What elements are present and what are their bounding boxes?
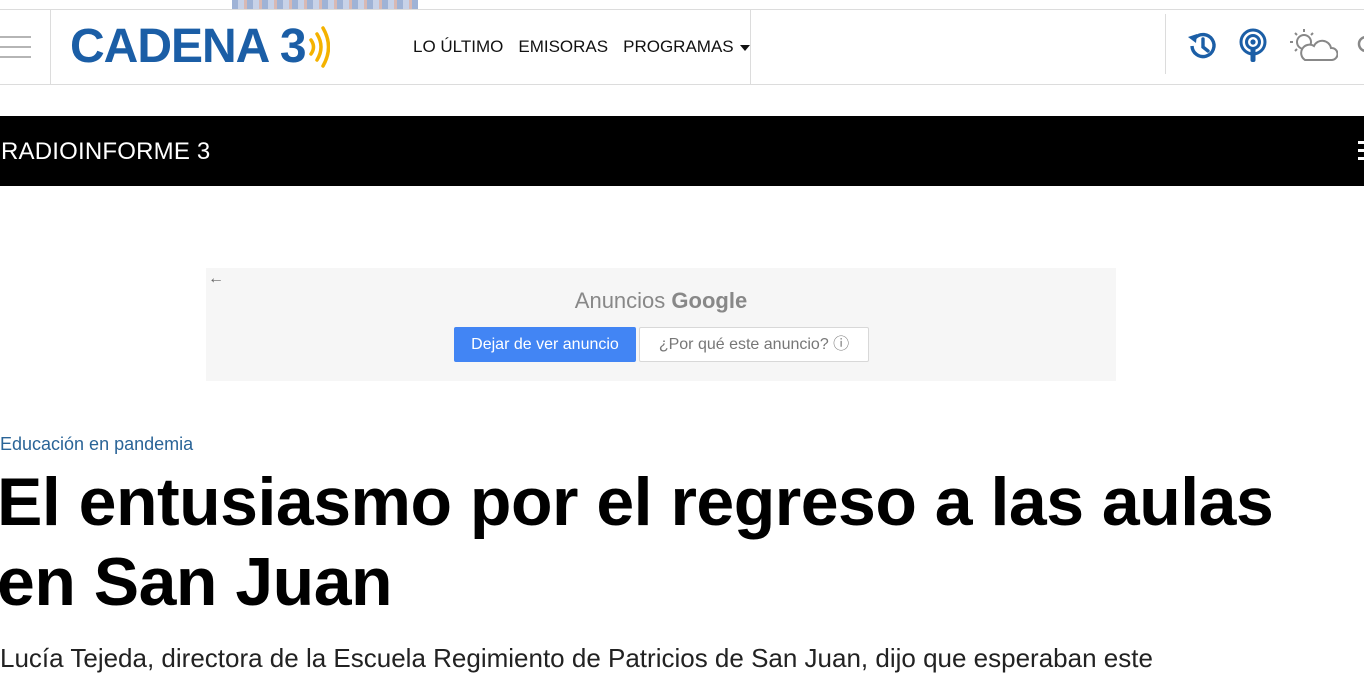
logo-text: CADENA 3 (70, 20, 307, 73)
site-logo[interactable]: CADENA 3 (70, 20, 330, 74)
back-arrow-icon[interactable]: ← (208, 270, 224, 288)
ad-label: Anuncios Google (206, 288, 1116, 314)
ad-container: ← Anuncios Google Dejar de ver anuncio ¿… (206, 268, 1116, 381)
article-category[interactable]: Educación en pandemia (0, 434, 193, 455)
podcast-icon[interactable] (1236, 28, 1270, 64)
article-headline: El entusiasmo por el regreso a las aulas… (0, 464, 1274, 620)
weather-icon[interactable] (1288, 26, 1338, 66)
top-image-fragment (232, 0, 418, 9)
stop-ad-button[interactable]: Dejar de ver anuncio (454, 327, 636, 362)
nav-divider (750, 10, 751, 84)
article-lead: Lucía Tejeda, directora de la Escuela Re… (0, 643, 1153, 673)
nav-divider (1165, 14, 1166, 74)
ad-label-brand: Google (671, 288, 748, 313)
ad-label-prefix: Anuncios (574, 288, 666, 313)
nav-programas-label: PROGRAMAS (623, 37, 734, 56)
radio-waves-icon (308, 26, 330, 68)
search-icon[interactable] (1356, 34, 1364, 58)
nav-emisoras[interactable]: EMISORAS (518, 37, 608, 57)
program-menu-icon[interactable] (1358, 141, 1364, 165)
why-this-ad-button[interactable]: ¿Por qué este anuncio? ⓘ (639, 327, 869, 362)
nav-programas[interactable]: PROGRAMAS (623, 37, 750, 57)
program-bar: RADIOINFORME 3 (0, 116, 1364, 186)
hamburger-menu-icon[interactable] (0, 10, 51, 84)
caret-down-icon (739, 44, 750, 51)
program-title[interactable]: RADIOINFORME 3 (1, 138, 210, 166)
history-icon[interactable] (1184, 28, 1220, 64)
nav-lo-ultimo[interactable]: LO ÚLTIMO (413, 37, 503, 57)
main-nav: LO ÚLTIMO EMISORAS PROGRAMAS (413, 10, 765, 84)
site-header: CADENA 3 LO ÚLTIMO EMISORAS PROGRAMAS (0, 9, 1364, 85)
